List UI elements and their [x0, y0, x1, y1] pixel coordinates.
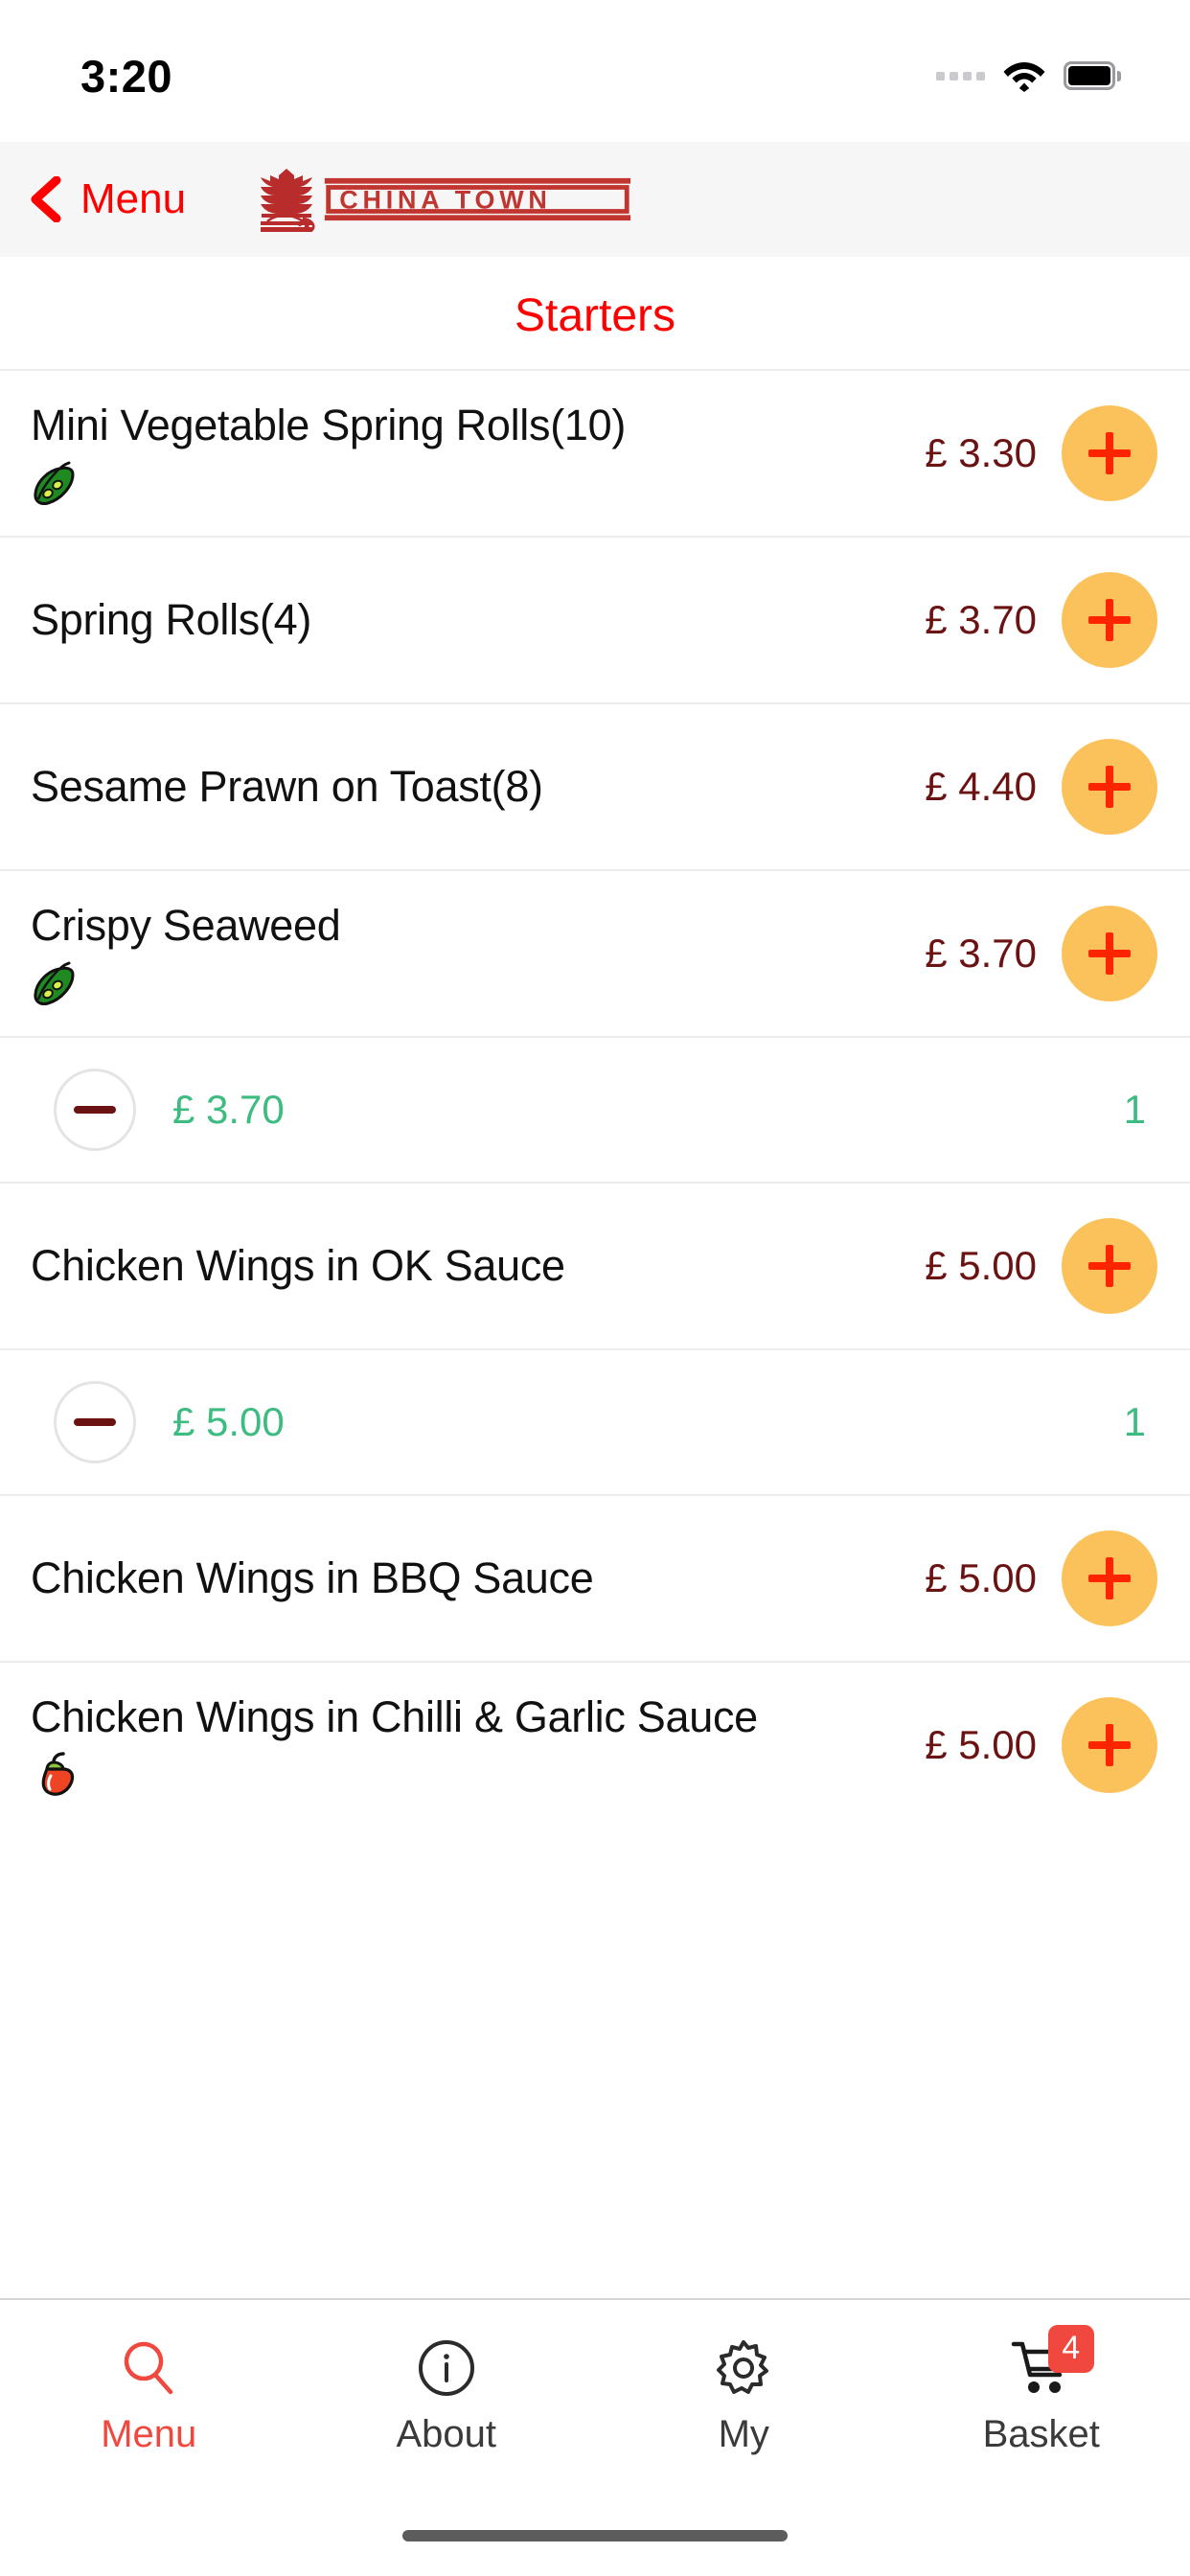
menu-item-info: Chicken Wings in BBQ Sauce: [31, 1524, 925, 1632]
quantity-row: £ 3.70 1: [0, 1036, 1190, 1182]
tab-my-label: My: [718, 2412, 769, 2455]
tab-my[interactable]: My: [595, 2300, 893, 2492]
menu-item-name: Chicken Wings in OK Sauce: [31, 1241, 565, 1291]
menu-item-row[interactable]: Sesame Prawn on Toast(8) £ 4.40: [0, 702, 1190, 869]
battery-icon: [1064, 61, 1121, 90]
basket-badge: 4: [1047, 2324, 1094, 2373]
info-circle-icon: [418, 2339, 474, 2396]
plus-icon: [1088, 932, 1131, 975]
status-bar-indicators: [936, 59, 1121, 92]
status-bar-time: 3:20: [80, 50, 173, 102]
quantity-line-price: £ 3.70: [172, 1087, 285, 1132]
menu-item-name: Chicken Wings in Chilli & Garlic Sauce: [31, 1692, 758, 1742]
plus-icon: [1088, 599, 1131, 641]
add-item-button[interactable]: [1062, 1697, 1157, 1793]
back-button-label: Menu: [80, 175, 187, 222]
gear-icon: [717, 2339, 769, 2394]
menu-item-row[interactable]: Spring Rolls(4) £ 3.70: [0, 536, 1190, 702]
plus-icon: [1088, 1724, 1131, 1766]
tab-basket-label: Basket: [982, 2412, 1100, 2455]
tab-about-label: About: [396, 2412, 497, 2455]
restaurant-logo: CHINA TOWN: [252, 167, 634, 232]
shopping-cart-icon: 4: [1010, 2324, 1094, 2400]
menu-item-name: Spring Rolls(4): [31, 595, 312, 645]
bottom-tab-bar: Menu About My 4 Basket: [0, 2298, 1190, 2492]
plus-icon: [1088, 766, 1131, 808]
chevron-left-icon: [31, 176, 61, 222]
menu-item-price: £ 4.40: [925, 764, 1037, 809]
signal-dots-icon: [936, 71, 985, 80]
home-indicator: [402, 2530, 788, 2542]
tab-about[interactable]: About: [298, 2300, 596, 2492]
plus-icon: [1088, 1557, 1131, 1599]
menu-item-name: Sesame Prawn on Toast(8): [31, 762, 543, 812]
status-bar: 3:20: [0, 0, 1190, 142]
minus-icon: [74, 1418, 116, 1426]
quantity-count: 1: [1123, 1087, 1146, 1132]
vegetarian-peapod-icon: [34, 461, 75, 505]
menu-item-info: Spring Rolls(4): [31, 565, 925, 674]
menu-item-row[interactable]: Chicken Wings in BBQ Sauce £ 5.00: [0, 1494, 1190, 1661]
add-item-button[interactable]: [1062, 1218, 1157, 1314]
menu-item-name: Chicken Wings in BBQ Sauce: [31, 1553, 594, 1603]
remove-item-button[interactable]: [54, 1381, 136, 1463]
menu-item-price: £ 5.00: [925, 1243, 1037, 1288]
vegetarian-peapod-icon: [34, 961, 75, 1005]
quantity-line-price: £ 5.00: [172, 1399, 285, 1444]
menu-item-row[interactable]: Crispy Seaweed £ 3.70: [0, 869, 1190, 1036]
menu-item-price: £ 3.70: [925, 597, 1037, 642]
section-title: Starters: [0, 257, 1190, 369]
quantity-row: £ 5.00 1: [0, 1348, 1190, 1494]
plus-icon: [1088, 432, 1131, 474]
plus-icon: [1088, 1245, 1131, 1287]
add-item-button[interactable]: [1062, 572, 1157, 668]
menu-item-list: Mini Vegetable Spring Rolls(10) £ 3.30 S…: [0, 369, 1190, 1828]
quantity-count: 1: [1123, 1399, 1146, 1444]
remove-item-button[interactable]: [54, 1069, 136, 1151]
tab-menu-label: Menu: [101, 2412, 197, 2455]
menu-item-name: Mini Vegetable Spring Rolls(10): [31, 401, 627, 450]
china-town-wordmark: CHINA TOWN: [324, 177, 631, 221]
menu-item-row[interactable]: Chicken Wings in OK Sauce £ 5.00: [0, 1182, 1190, 1348]
minus-icon: [74, 1106, 116, 1114]
pagoda-logo-icon: [261, 169, 315, 232]
tab-menu[interactable]: Menu: [0, 2300, 298, 2492]
menu-item-price: £ 3.70: [925, 931, 1037, 976]
wifi-icon: [1003, 62, 1045, 92]
tab-basket[interactable]: 4 Basket: [893, 2300, 1190, 2492]
menu-item-info: Sesame Prawn on Toast(8): [31, 732, 925, 840]
menu-item-info: Crispy Seaweed: [31, 871, 925, 1035]
menu-item-row[interactable]: Chicken Wings in Chilli & Garlic Sauce £…: [0, 1661, 1190, 1828]
back-button[interactable]: Menu: [29, 175, 186, 223]
menu-item-price: £ 5.00: [925, 1555, 1037, 1600]
menu-item-info: Chicken Wings in OK Sauce: [31, 1211, 925, 1320]
add-item-button[interactable]: [1062, 739, 1157, 835]
logo-text-china: CHINA TOWN: [339, 186, 551, 215]
menu-item-info: Mini Vegetable Spring Rolls(10): [31, 371, 925, 535]
search-icon: [125, 2341, 173, 2394]
menu-item-row[interactable]: Mini Vegetable Spring Rolls(10) £ 3.30: [0, 369, 1190, 536]
add-item-button[interactable]: [1062, 1530, 1157, 1626]
menu-item-name: Crispy Seaweed: [31, 901, 341, 951]
menu-item-price: £ 5.00: [925, 1722, 1037, 1767]
add-item-button[interactable]: [1062, 405, 1157, 501]
navigation-bar: Menu CHINA TOWN: [0, 142, 1190, 257]
add-item-button[interactable]: [1062, 906, 1157, 1001]
spicy-chilli-icon: [41, 1751, 75, 1796]
menu-item-price: £ 3.30: [925, 430, 1037, 475]
menu-item-info: Chicken Wings in Chilli & Garlic Sauce: [31, 1663, 925, 1827]
